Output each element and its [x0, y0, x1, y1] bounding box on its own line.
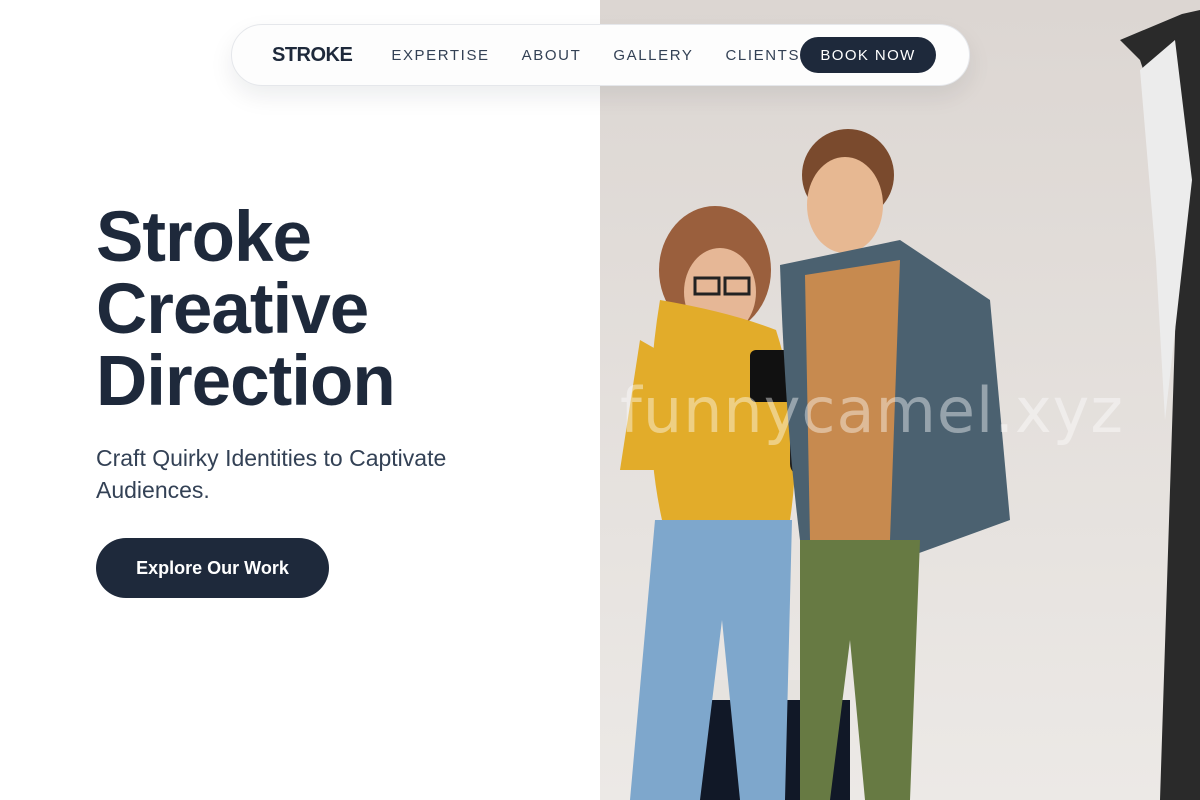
book-now-button[interactable]: BOOK NOW [800, 37, 936, 73]
brand-logo[interactable]: STROKE [272, 44, 353, 67]
hero-title-line-1: Stroke [96, 198, 312, 277]
hero-title: Stroke Creative Direction [96, 198, 396, 421]
explore-work-button[interactable]: Explore Our Work [96, 538, 329, 598]
nav-link-about[interactable]: ABOUT [522, 47, 582, 64]
nav-links: EXPERTISE ABOUT GALLERY CLIENTS [391, 47, 800, 64]
hero-title-line-3: Direction [96, 342, 396, 421]
nav-link-clients[interactable]: CLIENTS [726, 47, 801, 64]
top-nav: STROKE EXPERTISE ABOUT GALLERY CLIENTS B… [231, 24, 970, 86]
watermark-text: funnycamel.xyz [620, 374, 1124, 447]
hero-subtitle: Craft Quirky Identities to Captivate Aud… [96, 445, 447, 503]
nav-link-expertise[interactable]: EXPERTISE [391, 47, 489, 64]
hero-title-line-2: Creative [96, 270, 369, 349]
nav-link-gallery[interactable]: GALLERY [613, 47, 693, 64]
